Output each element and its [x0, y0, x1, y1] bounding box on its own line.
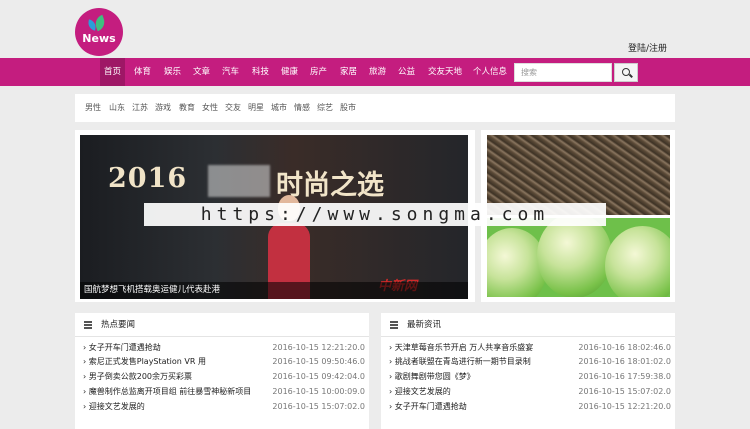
search-input[interactable]: 搜索 — [514, 63, 612, 82]
latest-news-panel: 最新资讯 › 天津草莓音乐节开启 万人共享音乐盛宴 2016-10-16 18:0… — [381, 313, 675, 429]
nav-item-cars[interactable]: 汽车 — [218, 58, 243, 86]
nav-item-health[interactable]: 健康 — [277, 58, 302, 86]
nav-item-profile[interactable]: 个人信息 — [469, 58, 511, 86]
login-register-link[interactable]: 登陆/注册 — [628, 41, 667, 54]
nav-item-home-living[interactable]: 家居 — [336, 58, 361, 86]
tag-link[interactable]: 游戏 — [155, 94, 171, 122]
list-item[interactable]: › 魔兽制作总监离开项目组 前往暴雪神秘新项目 2016-10-15 10:00:… — [83, 385, 365, 398]
nav-item-tech[interactable]: 科技 — [248, 58, 273, 86]
tag-link[interactable]: 明星 — [248, 94, 264, 122]
panel-title: 热点要闻 — [101, 320, 136, 330]
tag-link[interactable]: 山东 — [109, 94, 125, 122]
nav-item-sports[interactable]: 体育 — [130, 58, 155, 86]
watermark-url: https://www.songma.com — [144, 203, 606, 226]
banner-title-year: 2016 — [108, 163, 188, 194]
nav-item-travel[interactable]: 旅游 — [365, 58, 390, 86]
list-item[interactable]: › 女子开车门遭遇抢劫 2016-10-15 12:21:20.0 — [83, 341, 365, 354]
list-icon — [84, 321, 92, 329]
tag-link[interactable]: 情感 — [294, 94, 310, 122]
nav-item-home[interactable]: 首页 — [100, 58, 126, 86]
panel-header: 热点要闻 — [75, 313, 369, 337]
search-button[interactable] — [614, 63, 638, 82]
list-item[interactable]: › 迎接文艺发展的 2016-10-15 15:07:02.0 — [83, 400, 365, 413]
nav-item-charity[interactable]: 公益 — [394, 58, 419, 86]
nav-item-friends[interactable]: 交友天地 — [424, 58, 466, 86]
list-item[interactable]: › 天津草莓音乐节开启 万人共享音乐盛宴 2016-10-16 18:02:46.… — [389, 341, 671, 354]
tag-link[interactable]: 女性 — [202, 94, 218, 122]
banner-caption[interactable]: 国航梦想飞机搭载奥运健儿代表赴港 — [80, 282, 468, 299]
tag-link[interactable]: 教育 — [179, 94, 195, 122]
list-item[interactable]: › 歌剧舞剧带您圆《梦》 2016-10-16 17:59:38.0 — [389, 370, 671, 383]
tag-link[interactable]: 股市 — [340, 94, 356, 122]
page-header: News 登陆/注册 — [0, 0, 750, 58]
panel-header: 最新资讯 — [381, 313, 675, 337]
tag-link[interactable]: 交友 — [225, 94, 241, 122]
hot-news-panel: 热点要闻 › 女子开车门遭遇抢劫 2016-10-15 12:21:20.0 › … — [75, 313, 369, 429]
list-item[interactable]: › 女子开车门遭遇抢劫 2016-10-15 12:21:20.0 — [389, 400, 671, 413]
list-item[interactable]: › 挑战者联盟在青岛进行新一期节目录制 2016-10-16 18:01:02.0 — [389, 355, 671, 368]
cabbage-image[interactable] — [487, 218, 670, 297]
list-item[interactable]: › 迎接文艺发展的 2016-10-15 15:07:02.0 — [389, 385, 671, 398]
nav-item-entertainment[interactable]: 娱乐 — [160, 58, 185, 86]
list-icon — [390, 321, 398, 329]
nav-item-real-estate[interactable]: 房产 — [306, 58, 331, 86]
nav-item-articles[interactable]: 文章 — [189, 58, 214, 86]
tag-link[interactable]: 城市 — [271, 94, 287, 122]
tag-link[interactable]: 男性 — [85, 94, 101, 122]
tag-link[interactable]: 江苏 — [132, 94, 148, 122]
logo-text: News — [82, 32, 116, 45]
tag-bar: 男性 山东 江苏 游戏 教育 女性 交友 明星 城市 情感 综艺 股市 — [75, 94, 675, 122]
news-logo[interactable]: News — [75, 8, 123, 56]
list-item[interactable]: › 索尼正式发售PlayStation VR 用 2016-10-15 09:50… — [83, 355, 365, 368]
tag-link[interactable]: 综艺 — [317, 94, 333, 122]
list-item[interactable]: › 男子倒卖公款200余万买彩票 2016-10-15 09:42:04.0 — [83, 370, 365, 383]
panel-title: 最新资讯 — [407, 320, 442, 330]
